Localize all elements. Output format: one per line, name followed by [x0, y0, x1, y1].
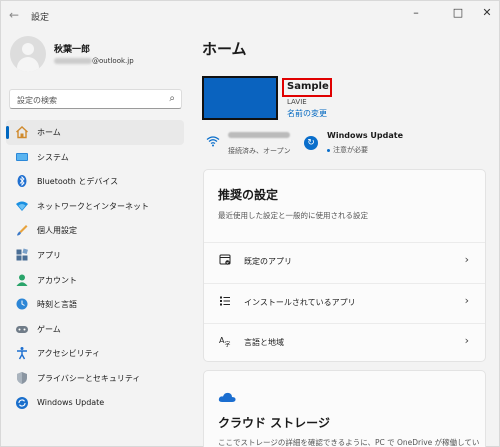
- sidebar-item-system[interactable]: システム: [6, 145, 184, 170]
- chevron-right-icon: ›: [464, 294, 469, 307]
- onedrive-icon: [218, 387, 236, 402]
- update-icon: ↻: [304, 136, 318, 150]
- device-thumbnail: [202, 76, 278, 120]
- page-title: ホーム: [202, 40, 247, 58]
- default-apps-icon: [219, 254, 231, 269]
- sidebar-item-time-language[interactable]: 時刻と言語: [6, 292, 184, 317]
- gaming-icon: [15, 322, 29, 336]
- user-email: @outlook.jp: [54, 57, 134, 65]
- recommended-description: 最近使用した設定と一般的に使用される設定: [218, 211, 368, 220]
- search-icon[interactable]: ⌕: [169, 93, 175, 104]
- rename-link[interactable]: 名前の変更: [287, 108, 327, 119]
- update-status: 注意が必要: [327, 145, 368, 155]
- email-redacted: [54, 58, 92, 64]
- sidebar-item-gaming[interactable]: ゲーム: [6, 317, 184, 342]
- cloud-storage-description: ここでストレージの詳細を確認できるように、PC で OneDrive が稼働して…: [218, 438, 480, 447]
- close-icon[interactable]: ✕: [479, 5, 495, 21]
- recommended-row-installed-apps[interactable]: インストールされているアプリ ›: [204, 283, 485, 318]
- sidebar-item-home[interactable]: ホーム: [6, 120, 184, 145]
- windows-update-icon: [15, 396, 29, 410]
- wifi-icon: [206, 135, 220, 150]
- update-title[interactable]: Windows Update: [327, 131, 403, 140]
- sidebar-item-personalization[interactable]: 個人用設定: [6, 218, 184, 243]
- sidebar-item-windows-update[interactable]: Windows Update: [6, 391, 184, 416]
- cloud-storage-title: クラウド ストレージ: [218, 416, 330, 430]
- sidebar-item-bluetooth[interactable]: Bluetooth とデバイス: [6, 169, 184, 194]
- search-placeholder: 設定の検索: [17, 96, 57, 105]
- recommended-title: 推奨の設定: [218, 188, 279, 202]
- recommended-settings-card: 推奨の設定 最近使用した設定と一般的に使用される設定 既定のアプリ › インスト…: [203, 169, 486, 362]
- sidebar-item-network[interactable]: ネットワークとインターネット: [6, 194, 184, 219]
- recommended-row-default-apps[interactable]: 既定のアプリ ›: [204, 242, 485, 277]
- language-region-icon: A字: [219, 335, 231, 350]
- settings-window: ← 設定 – □ ✕ 秋葉一郎 @outlook.jp 設定の検索 ⌕ ホーム …: [0, 0, 500, 447]
- app-title: 設定: [31, 13, 50, 23]
- user-name: 秋葉一郎: [54, 45, 91, 55]
- network-status: 接続済み、オープン: [228, 147, 291, 155]
- title-bar: ← 設定 – □ ✕: [1, 1, 499, 31]
- accessibility-icon: [15, 346, 29, 360]
- sidebar-item-accessibility[interactable]: アクセシビリティ: [6, 341, 184, 366]
- account-icon: [15, 273, 29, 287]
- sidebar-item-apps[interactable]: アプリ: [6, 243, 184, 268]
- device-name: Sample: [287, 81, 329, 92]
- cloud-storage-card: クラウド ストレージ ここでストレージの詳細を確認できるように、PC で One…: [203, 370, 486, 447]
- apps-icon: [15, 248, 29, 262]
- shield-icon: [15, 371, 29, 385]
- brush-icon: [15, 223, 29, 237]
- installed-apps-icon: [219, 295, 231, 310]
- minimize-icon[interactable]: –: [408, 5, 424, 21]
- recommended-row-language-region[interactable]: A字 言語と地域 ›: [204, 323, 485, 358]
- network-name-redacted[interactable]: [228, 131, 290, 140]
- sidebar-item-accounts[interactable]: アカウント: [6, 268, 184, 293]
- svg-text:字: 字: [225, 341, 231, 348]
- time-language-icon: [15, 297, 29, 311]
- avatar[interactable]: [10, 36, 46, 72]
- bluetooth-icon: [15, 174, 29, 188]
- back-arrow-icon[interactable]: ←: [9, 8, 23, 22]
- sidebar-item-privacy[interactable]: プライバシーとセキュリティ: [6, 366, 184, 391]
- device-model: LAVIE: [287, 98, 307, 106]
- chevron-right-icon: ›: [464, 334, 469, 347]
- sidebar-nav: ホーム システム Bluetooth とデバイス ネットワークとインターネット …: [6, 120, 184, 415]
- chevron-right-icon: ›: [464, 253, 469, 266]
- maximize-icon[interactable]: □: [450, 5, 466, 21]
- network-icon: [15, 199, 29, 213]
- search-input[interactable]: 設定の検索 ⌕: [9, 89, 182, 109]
- home-icon: [15, 125, 29, 139]
- system-icon: [15, 150, 29, 164]
